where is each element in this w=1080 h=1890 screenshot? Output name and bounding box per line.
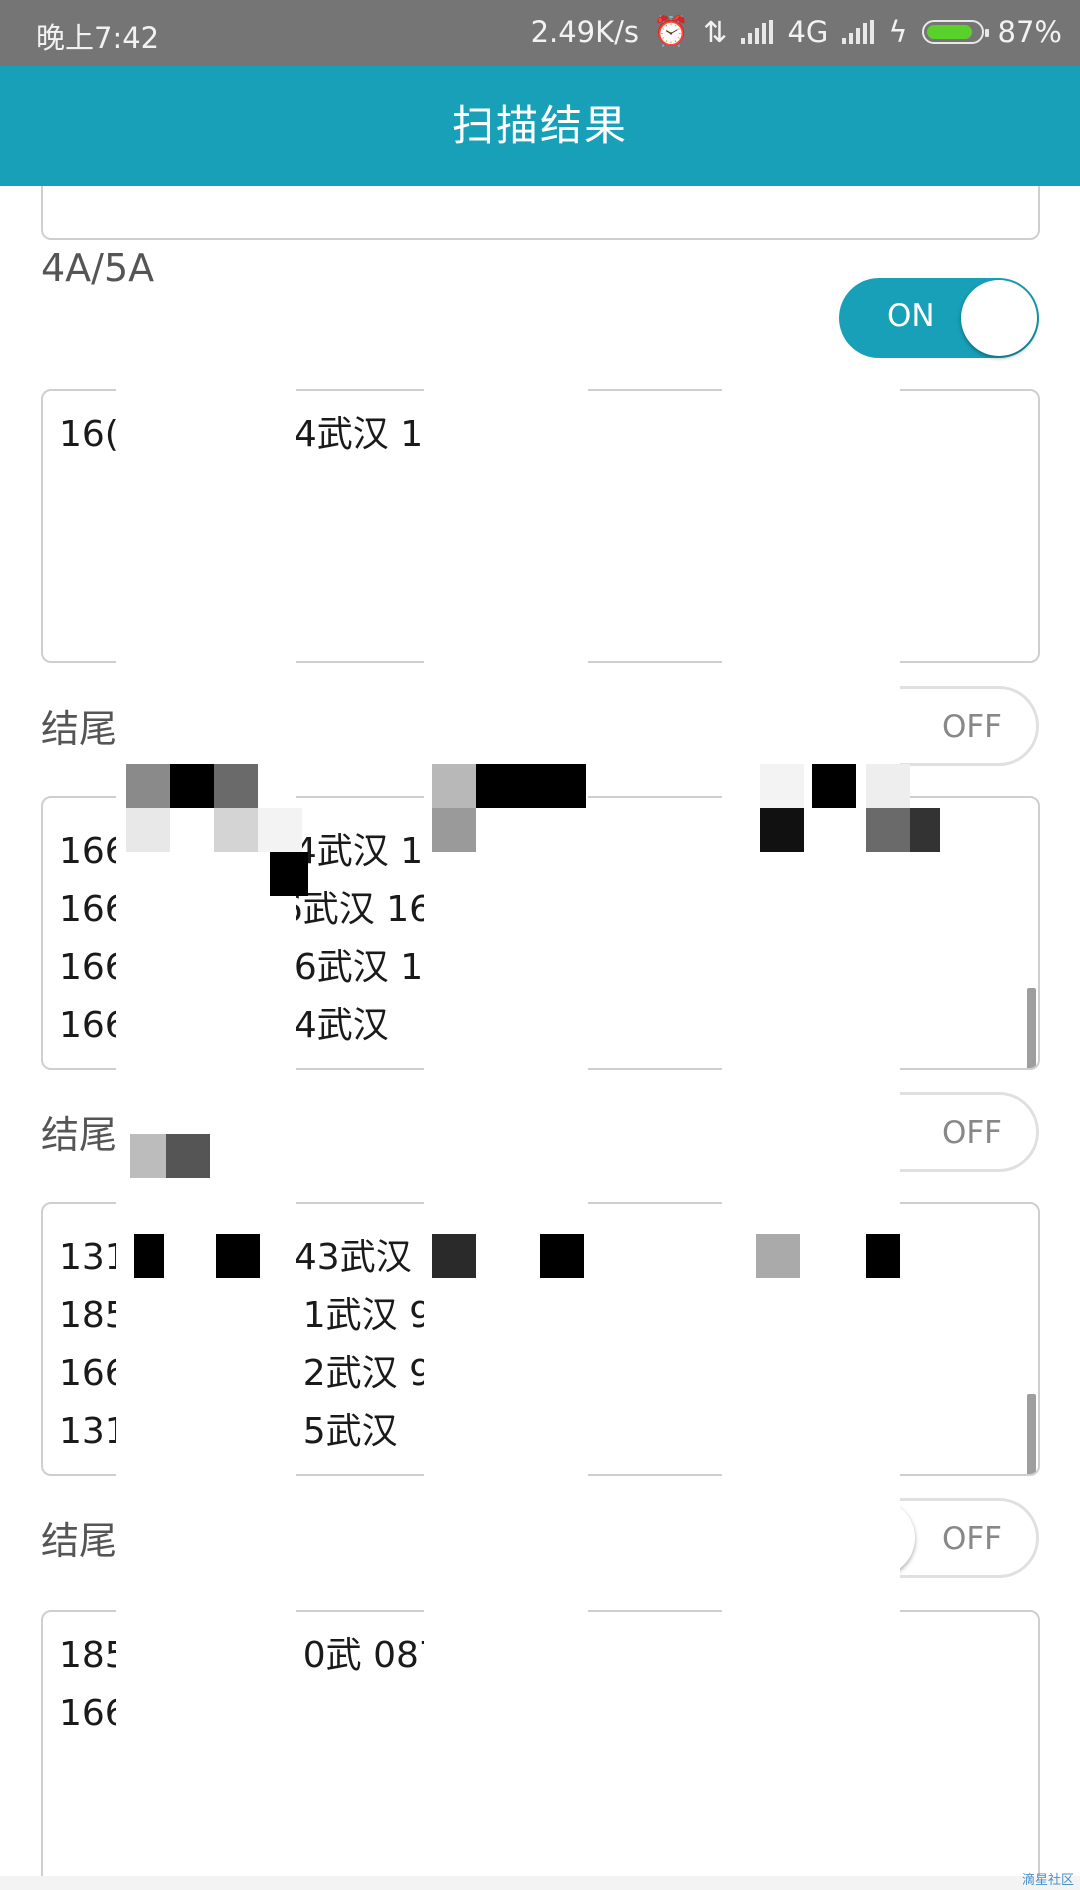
mosaic-pixel [432, 764, 476, 808]
mosaic-pixel [866, 808, 910, 852]
toggle-knob [961, 280, 1037, 356]
status-icons: 2.49K/s ⏰ ⇅ 4G ϟ 87% [531, 14, 1062, 49]
signal-icon [741, 19, 774, 44]
mosaic-pixel [866, 1234, 900, 1278]
scrollbar[interactable] [1027, 988, 1036, 1068]
mosaic-pixel [134, 1234, 164, 1278]
mosaic-pixel [760, 808, 804, 852]
page-title: 扫描结果 [451, 101, 628, 150]
charging-icon: ϟ [888, 14, 908, 49]
mosaic-pixel [432, 808, 476, 852]
toggle-state-label: ON [887, 298, 935, 334]
app-bar: 扫描结果 [0, 66, 1080, 186]
mosaic-pixel [166, 1134, 210, 1178]
redaction-strip [116, 386, 296, 1876]
bottom-strip [0, 1876, 1080, 1890]
section-label-4a5a: 4A/5A [41, 246, 155, 290]
data-transfer-icon: ⇅ [703, 14, 728, 49]
battery-fill [926, 24, 972, 39]
status-bar: 晚上7:42 2.49K/s ⏰ ⇅ 4G ϟ 87% [0, 0, 1080, 66]
mosaic-pixel [170, 764, 214, 808]
mosaic-pixel [126, 764, 170, 808]
result-box-previous[interactable] [41, 186, 1040, 240]
alarm-icon: ⏰ [653, 14, 690, 48]
redaction-strip [722, 386, 900, 1876]
scan-results-list[interactable]: 4A/5A ON 16( 7武汉 16 4武汉 1 14武汉 结尾 OFF 16… [0, 186, 1080, 1876]
section-label-ending-2: 结尾 [41, 1113, 118, 1157]
toggle-4a5a[interactable]: ON [839, 278, 1039, 358]
scrollbar[interactable] [1027, 1394, 1036, 1474]
mosaic-pixel [812, 764, 856, 808]
watermark: 滴星社区 [1021, 1873, 1074, 1888]
mosaic-pixel [216, 1234, 260, 1278]
mosaic-pixel [432, 1234, 476, 1278]
mosaic-pixel [866, 764, 910, 808]
section-label-ending-1: 结尾 [41, 707, 118, 751]
mosaic-pixel [214, 764, 258, 808]
battery-icon [921, 19, 989, 44]
mosaic-pixel [540, 1234, 584, 1278]
mosaic-pixel [270, 852, 308, 896]
mosaic-pixel [126, 808, 170, 852]
network-type: 4G [787, 14, 829, 49]
signal-icon-2 [842, 19, 875, 44]
mosaic-pixel [756, 1234, 800, 1278]
mosaic-pixel [760, 764, 804, 808]
status-time: 晚上7:42 [36, 21, 160, 55]
battery-percent: 87% [997, 14, 1062, 49]
mosaic-pixel [476, 764, 586, 808]
mosaic-pixel [214, 808, 258, 852]
toggle-state-label: OFF [941, 1521, 1002, 1557]
net-speed: 2.49K/s [530, 14, 640, 49]
redaction-strip [424, 386, 588, 1876]
toggle-state-label: OFF [941, 709, 1002, 745]
toggle-state-label: OFF [941, 1115, 1002, 1151]
mosaic-pixel [910, 808, 940, 852]
mosaic-pixel [258, 808, 302, 852]
